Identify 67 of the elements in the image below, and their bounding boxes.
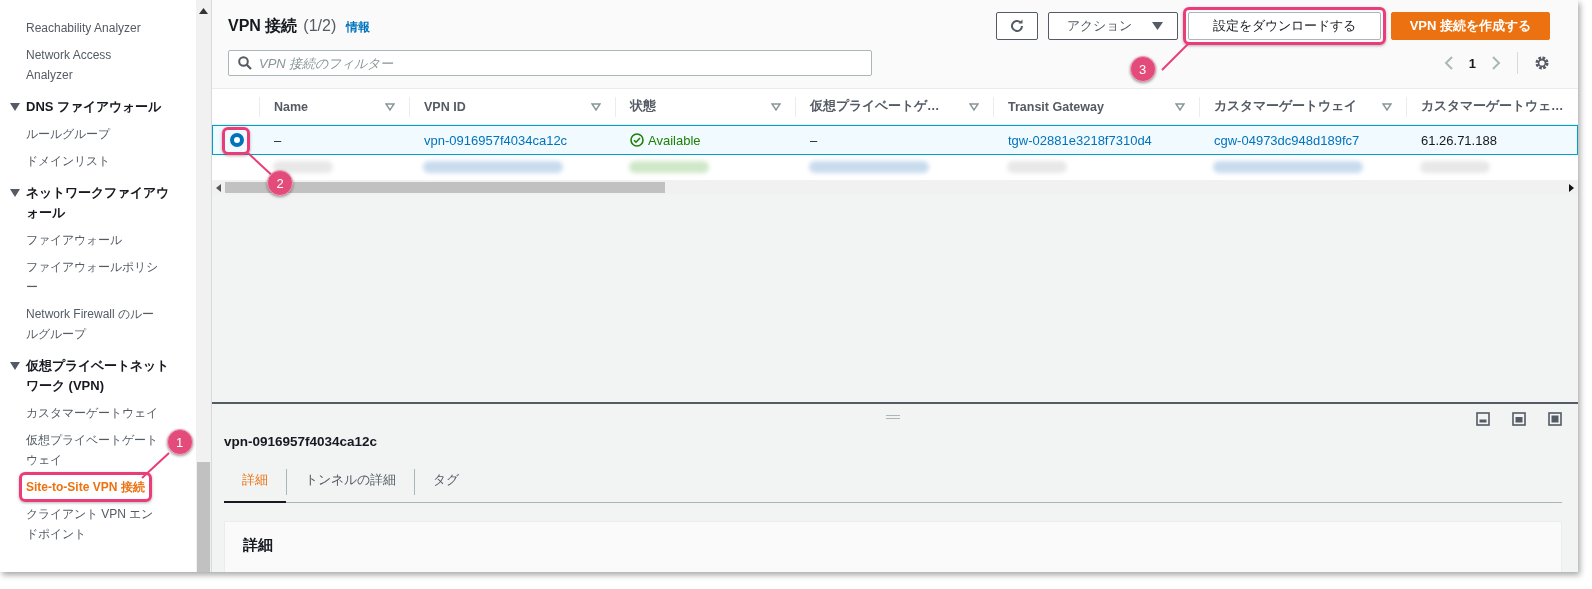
download-button[interactable]: 設定をダウンロードする	[1187, 12, 1381, 40]
callout-badge: 1	[166, 429, 193, 455]
nav-link[interactable]: Network Access Analyzer	[24, 45, 160, 85]
caret-down-icon	[10, 189, 20, 197]
nav-link[interactable]: Network Firewall のルールグループ	[24, 304, 160, 344]
item-count: (1/2)	[303, 16, 337, 35]
sort-icon	[385, 102, 395, 111]
nav-link[interactable]: ファイアウォールポリシー	[24, 257, 160, 297]
column-header[interactable]: カスタマーゲートウェ…	[1406, 96, 1572, 117]
actions-dropdown[interactable]: アクション	[1047, 12, 1178, 40]
caret-down-icon	[10, 103, 20, 111]
table-cell: 61.26.71.188	[1421, 132, 1497, 148]
nav-link[interactable]: ファイアウォール	[24, 230, 124, 250]
table-cell: –	[274, 132, 282, 148]
scrollbar[interactable]	[212, 180, 1578, 195]
scroll-left-icon[interactable]	[216, 183, 221, 192]
callout-badge: 3	[1129, 56, 1156, 82]
settings-icon[interactable]	[1534, 55, 1550, 71]
column-header[interactable]: 仮想プライベートゲ…	[795, 96, 993, 117]
scroll-thumb[interactable]	[197, 462, 210, 572]
scrollbar[interactable]	[196, 0, 211, 572]
column-header[interactable]: カスタマーゲートウェイ	[1199, 96, 1406, 117]
status-label: Available	[630, 132, 701, 148]
refresh-icon	[1008, 18, 1025, 34]
column-header[interactable]: VPN ID	[409, 96, 615, 117]
nav-link[interactable]: ドメインリスト	[24, 151, 112, 171]
sort-icon	[1175, 102, 1185, 111]
info-link[interactable]: 情報	[346, 19, 371, 35]
panel-bottom-icon[interactable]	[1476, 412, 1490, 426]
details-title: vpn-0916957f4034ca12c	[224, 434, 379, 449]
id-link[interactable]: cgw-04973dc948d189fc7	[1214, 132, 1360, 148]
nav-link[interactable]: クライアント VPN エンドポイント	[24, 504, 160, 544]
nav-link[interactable]: Reachability Analyzer	[24, 18, 143, 38]
tab[interactable]: タグ	[415, 461, 477, 503]
column-header[interactable]: Transit Gateway	[993, 96, 1199, 117]
radio-button[interactable]	[229, 133, 244, 147]
id-link[interactable]: tgw-02881e3218f7310d4	[1008, 132, 1152, 148]
nav-link[interactable]: ルールグループ	[24, 124, 112, 144]
id-link[interactable]: vpn-0916957f4034ca12c	[424, 132, 568, 148]
scroll-up-icon[interactable]	[199, 8, 208, 14]
nav-section-header[interactable]: 仮想プライベートネットワーク (VPN)	[10, 356, 196, 396]
panel-split-icon[interactable]	[1512, 412, 1526, 426]
nav-section-header[interactable]: DNS ファイアウォール	[10, 97, 196, 117]
search-icon	[238, 56, 252, 70]
sort-icon	[771, 102, 781, 111]
table-row[interactable]: – vpn-0916957f4034ca12c Available – tgw-02881e3218f7310d4 cgw-04973dc948d189fc7 61.26.71.188	[212, 125, 1578, 155]
page-number[interactable]: 1	[1468, 55, 1476, 71]
nav-link[interactable]: カスタマーゲートウェイ	[24, 403, 160, 423]
nav-section-header[interactable]: ネットワークファイアウォール	[10, 183, 196, 223]
page-title: VPN 接続	[228, 15, 298, 36]
sort-icon	[591, 102, 601, 111]
card-title: 詳細	[243, 536, 274, 555]
resize-handle[interactable]	[886, 415, 900, 419]
sort-icon	[1382, 102, 1392, 111]
nav-link[interactable]: 仮想プライベートゲートウェイ	[24, 430, 160, 470]
check-circle-icon	[630, 133, 644, 147]
refresh-button[interactable]	[995, 12, 1038, 40]
search-field[interactable]: VPN 接続のフィルター	[228, 50, 872, 76]
table-cell: –	[810, 132, 818, 148]
tab[interactable]: トンネルの詳細	[287, 461, 414, 503]
sort-icon	[969, 102, 979, 111]
caret-down-icon	[10, 362, 20, 370]
caret-down-icon	[1151, 22, 1163, 30]
scroll-right-icon[interactable]	[1569, 183, 1574, 192]
column-header[interactable]: 状態	[615, 96, 795, 117]
panel-full-icon[interactable]	[1548, 412, 1562, 426]
column-header[interactable]: Name	[259, 96, 409, 117]
